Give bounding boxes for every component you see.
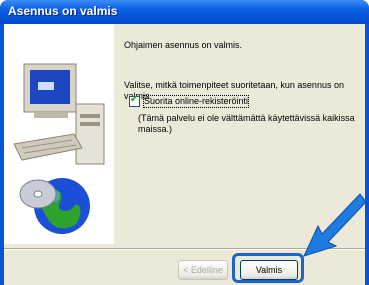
online-registration-checkbox[interactable]: ✔ xyxy=(129,94,140,107)
availability-note-line2: maissa.) xyxy=(138,124,173,134)
availability-note-line1: (Tämä palvelu ei ole välttämättä käytett… xyxy=(138,113,355,123)
installer-window: Asennus on valmis Ohjaimen asennus on va… xyxy=(0,0,369,285)
checkmark-icon: ✔ xyxy=(130,94,139,105)
arrow-icon xyxy=(303,193,367,257)
cd-icon xyxy=(19,179,57,209)
install-complete-text: Ohjaimen asennus on valmis. xyxy=(124,40,243,50)
finish-highlight xyxy=(232,253,304,283)
installer-illustration xyxy=(4,24,114,244)
back-button[interactable]: < Edelline xyxy=(178,260,228,280)
title-bar[interactable]: Asennus on valmis xyxy=(0,0,369,24)
online-registration-label[interactable]: Suorita online-rekisteröinti xyxy=(142,95,250,108)
window-title: Asennus on valmis xyxy=(8,4,118,18)
